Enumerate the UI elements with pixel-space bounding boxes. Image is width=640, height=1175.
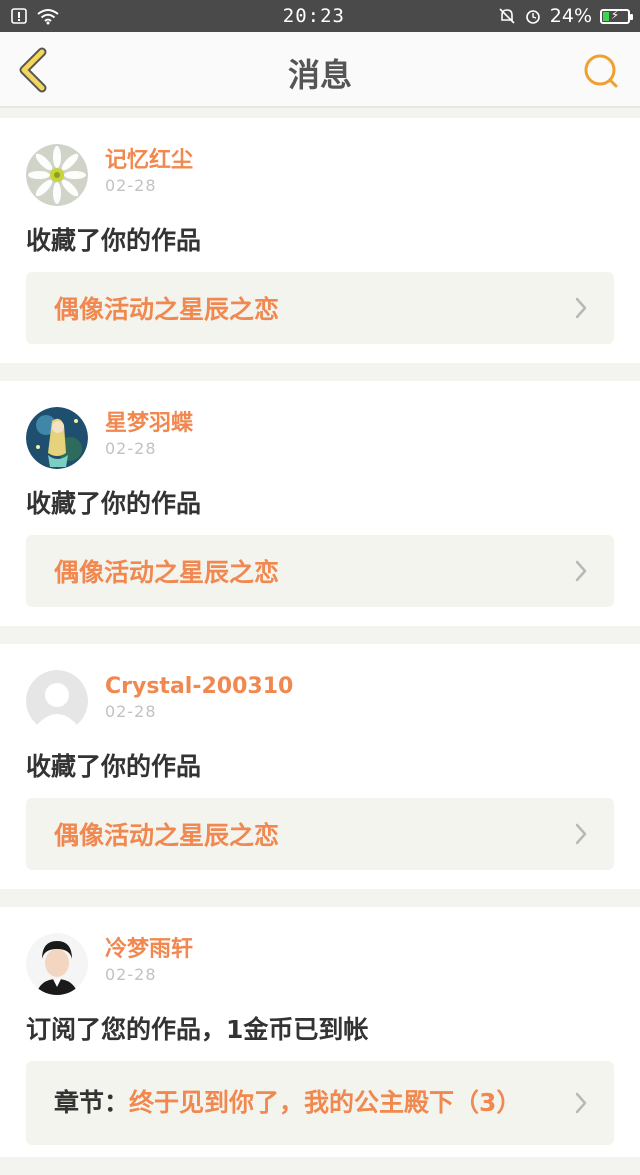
status-time: 20:23 — [282, 5, 345, 27]
avatar[interactable] — [26, 670, 88, 732]
message-card: 星梦羽蝶 02-28 收藏了你的作品 偶像活动之星辰之恋 — [0, 381, 640, 626]
message-action: 订阅了您的作品，1金币已到帐 — [26, 1015, 369, 1044]
work-title: 偶像活动之星辰之恋 — [54, 295, 280, 324]
message-date: 02-28 — [105, 176, 157, 195]
chevron-right-icon — [575, 560, 587, 582]
message-date: 02-28 — [105, 702, 157, 721]
status-bar: 20:23 24% ⚡ — [0, 0, 640, 32]
search-icon — [584, 54, 618, 88]
chapter-prefix: 章节： — [54, 1088, 130, 1117]
message-card: Crystal-200310 02-28 收藏了你的作品 偶像活动之星辰之恋 — [0, 644, 640, 889]
work-title: 偶像活动之星辰之恋 — [54, 558, 280, 587]
avatar[interactable] — [26, 933, 88, 995]
username[interactable]: 冷梦雨轩 — [105, 935, 193, 965]
alarm-icon — [524, 7, 542, 25]
username[interactable]: 星梦羽蝶 — [105, 409, 193, 439]
mute-bell-icon — [498, 7, 516, 25]
chevron-right-icon — [575, 823, 587, 845]
chapter-link[interactable]: 章节：终于见到你了，我的公主殿下（3） — [26, 1061, 614, 1145]
work-link[interactable]: 偶像活动之星辰之恋 — [26, 535, 614, 607]
chapter-title: 终于见到你了，我的公主殿下（3） — [129, 1088, 522, 1117]
work-title: 偶像活动之星辰之恋 — [54, 821, 280, 850]
chapter-text: 章节：终于见到你了，我的公主殿下（3） — [54, 1088, 521, 1118]
username[interactable]: 记忆红尘 — [105, 146, 193, 176]
message-action: 收藏了你的作品 — [26, 752, 202, 781]
search-button[interactable] — [580, 50, 624, 94]
battery-percent: 24% — [549, 5, 592, 27]
username[interactable]: Crystal-200310 — [105, 672, 293, 702]
message-action: 收藏了你的作品 — [26, 489, 202, 518]
chevron-right-icon — [575, 297, 587, 319]
sim-alert-icon — [10, 7, 28, 25]
avatar[interactable] — [26, 144, 88, 206]
message-date: 02-28 — [105, 965, 157, 984]
message-action: 收藏了你的作品 — [26, 226, 202, 255]
message-date: 02-28 — [105, 439, 157, 458]
chevron-right-icon — [575, 1092, 587, 1114]
message-card: 冷梦雨轩 02-28 订阅了您的作品，1金币已到帐 章节：终于见到你了，我的公主… — [0, 907, 640, 1157]
message-card: 记忆红尘 02-28 收藏了你的作品 偶像活动之星辰之恋 — [0, 118, 640, 363]
page-title: 消息 — [287, 56, 352, 94]
battery-icon: ⚡ — [600, 8, 633, 24]
work-link[interactable]: 偶像活动之星辰之恋 — [26, 272, 614, 344]
header-bar: 消息 — [0, 32, 640, 108]
wifi-icon — [36, 7, 60, 25]
message-list: 记忆红尘 02-28 收藏了你的作品 偶像活动之星辰之恋 星梦羽蝶 02-28 … — [0, 118, 640, 1175]
avatar[interactable] — [26, 407, 88, 469]
work-link[interactable]: 偶像活动之星辰之恋 — [26, 798, 614, 870]
